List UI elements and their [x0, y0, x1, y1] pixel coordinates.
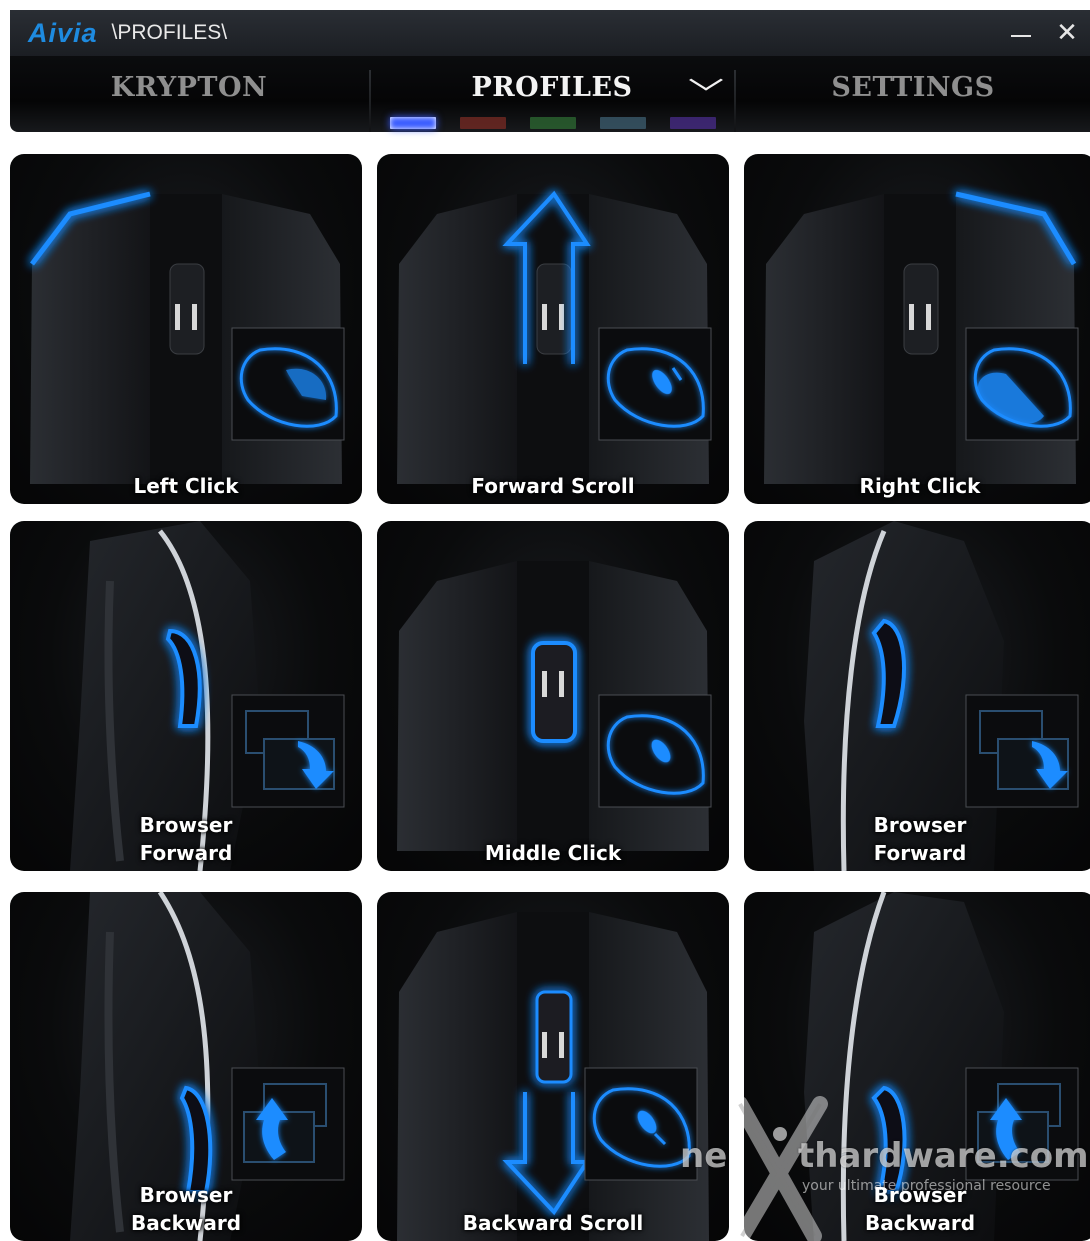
tile-browser-backward[interactable]: Browser Backward: [744, 892, 1090, 1241]
tile-label: Left Click: [133, 474, 239, 498]
tile-forward-scroll[interactable]: Forward Scroll: [377, 154, 729, 504]
profile-swatch-4[interactable]: [600, 117, 646, 129]
tab-profiles[interactable]: PROFILES: [372, 56, 732, 118]
tile-label: Browser Forward: [139, 813, 233, 865]
close-icon: ✕: [1056, 18, 1078, 48]
tab-krypton[interactable]: KRYPTON: [10, 56, 368, 118]
minimize-icon: [1011, 35, 1031, 37]
left-click-icon: [30, 191, 345, 484]
profile-swatch-3[interactable]: [530, 117, 576, 129]
tile-label: Backward Scroll: [462, 1211, 644, 1235]
tile-label: Browser Backward: [130, 1183, 242, 1235]
tile-browser-forward[interactable]: Browser Forward: [744, 521, 1090, 871]
nav-bar: KRYPTON PROFILES SETTINGS: [10, 56, 1090, 132]
minimize-button[interactable]: [998, 10, 1044, 56]
close-button[interactable]: ✕: [1044, 10, 1090, 56]
right-click-icon: [764, 191, 1079, 484]
tile-left-click[interactable]: Left Click: [10, 154, 362, 504]
tile-backward-scroll[interactable]: Backward Scroll: [377, 892, 729, 1241]
profile-swatch-2[interactable]: [460, 117, 506, 129]
middle-click-icon: [397, 561, 712, 851]
scroll-up-icon: [397, 190, 712, 484]
tile-middle-click[interactable]: Middle Click: [377, 521, 729, 871]
tile-label: Browser Backward: [864, 1183, 976, 1235]
scroll-down-icon: [397, 912, 709, 1241]
tile-browser-forward[interactable]: Browser Forward: [10, 521, 362, 871]
tile-label: Right Click: [859, 474, 981, 498]
profile-swatch-1[interactable]: [390, 117, 436, 129]
tile-label: Forward Scroll: [471, 474, 635, 498]
tile-browser-backward[interactable]: Browser Backward: [10, 892, 362, 1241]
tab-settings[interactable]: SETTINGS: [736, 56, 1090, 118]
tile-right-click[interactable]: Right Click: [744, 154, 1090, 504]
tile-label: Middle Click: [484, 841, 622, 865]
title-bar: Aivia \PROFILES\ ✕: [10, 10, 1090, 56]
tile-label: Browser Forward: [873, 813, 967, 865]
window-path: \PROFILES\: [111, 21, 228, 44]
window-controls: ✕: [998, 10, 1090, 56]
nav-divider: [369, 70, 371, 132]
aivia-logo: Aivia: [28, 17, 98, 48]
profile-swatch-5[interactable]: [670, 117, 716, 129]
